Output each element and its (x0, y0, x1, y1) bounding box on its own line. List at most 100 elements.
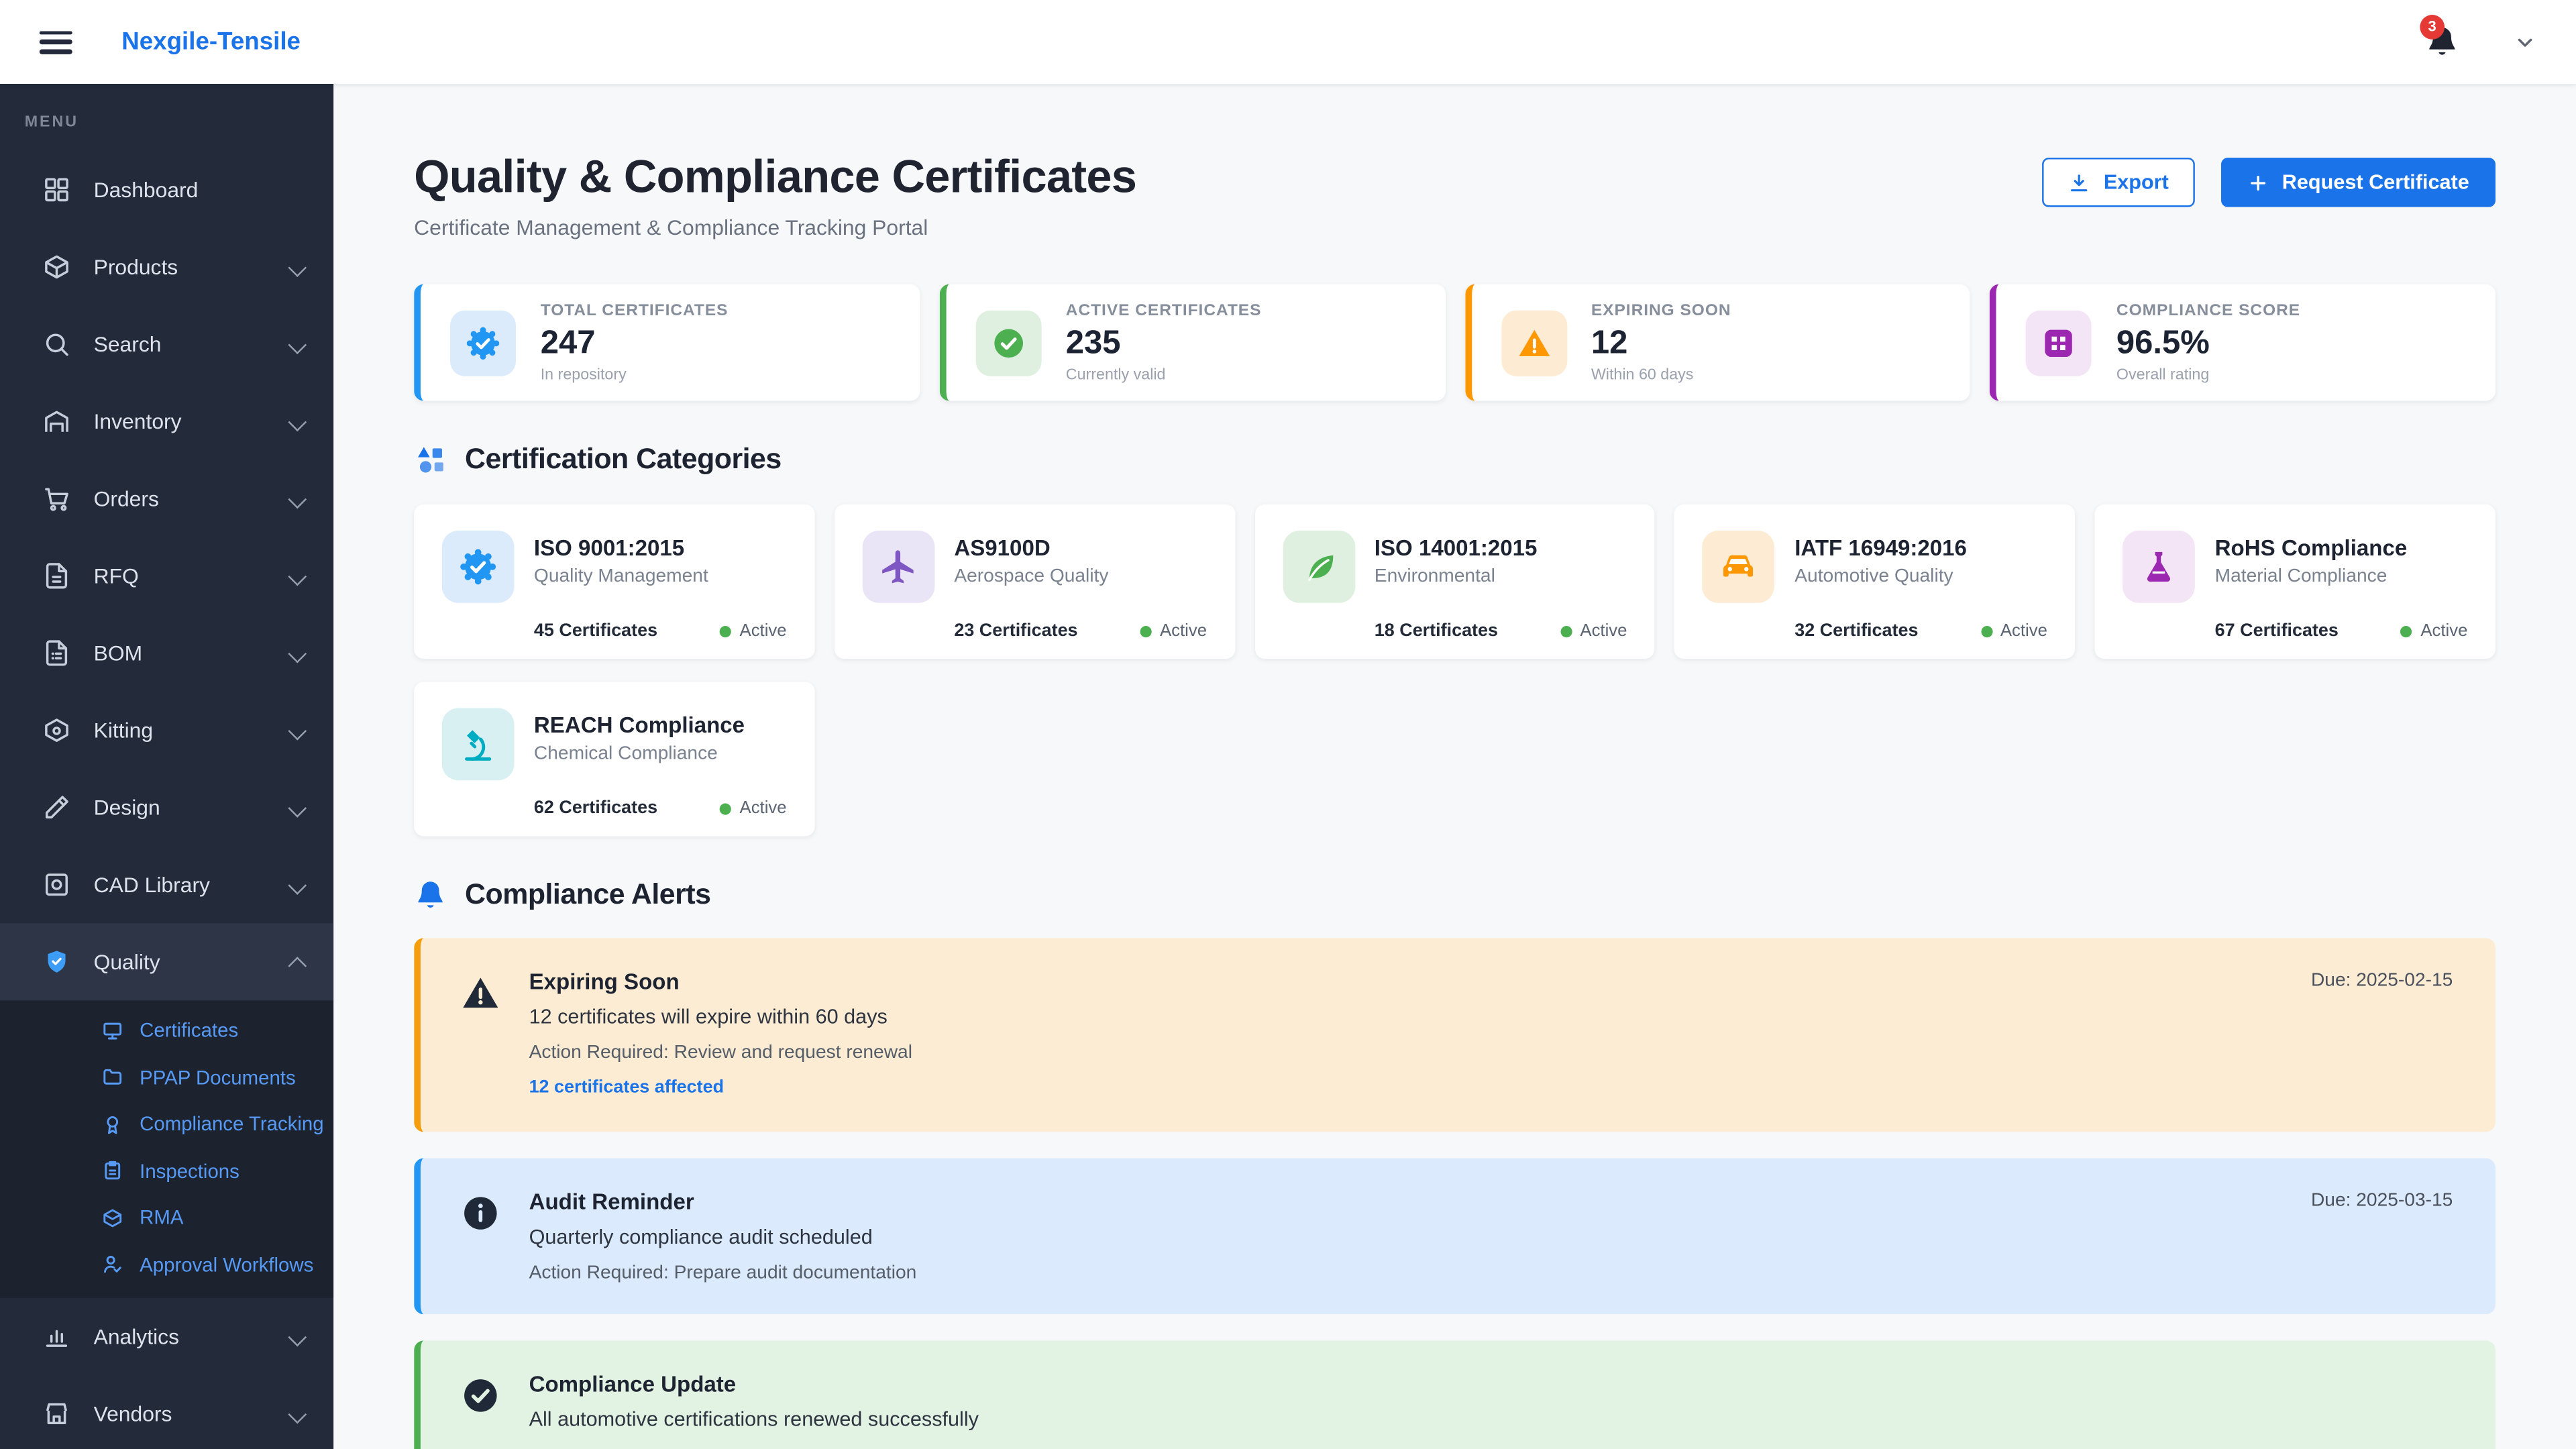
score-grid-icon (2026, 309, 2092, 376)
page-title: Quality & Compliance Certificates (414, 151, 1137, 203)
alert-title: Compliance Update (529, 1371, 737, 1397)
subitem-label: PPAP Documents (140, 1065, 296, 1089)
export-button[interactable]: Export (2043, 158, 2195, 207)
status-dot (1560, 625, 1572, 637)
stats-row: TOTAL CERTIFICATES 247 In repository ACT… (414, 284, 2496, 401)
cart-icon (43, 484, 71, 513)
status-label: Active (1580, 621, 1627, 641)
bell-icon (414, 878, 447, 911)
status-dot (720, 802, 732, 814)
sidebar-item-dashboard[interactable]: Dashboard (0, 151, 333, 228)
sidebar-item-design[interactable]: Design (0, 769, 333, 846)
category-type: Aerospace Quality (954, 566, 1109, 587)
subitem-label: Inspections (140, 1159, 239, 1183)
return-box-icon (102, 1207, 123, 1228)
sidebar-item-inventory[interactable]: Inventory (0, 383, 333, 460)
category-grid: ISO 9001:2015 Quality Management 45 Cert… (414, 504, 2496, 837)
download-icon (2069, 172, 2090, 193)
sidebar-item-products[interactable]: Products (0, 228, 333, 305)
request-certificate-button[interactable]: Request Certificate (2221, 158, 2496, 207)
category-count: 45 Certificates (533, 621, 658, 641)
alert-affected-link[interactable]: 12 certificates affected (529, 1078, 724, 1097)
box-icon (43, 253, 71, 281)
category-count: 62 Certificates (533, 798, 658, 818)
sidebar-subitem-rma[interactable]: RMA (0, 1194, 333, 1241)
chevron-down-icon (288, 720, 307, 740)
sidebar-item-label: BOM (93, 641, 143, 665)
monitor-icon (102, 1020, 123, 1041)
stat-card-total-certificates: TOTAL CERTIFICATES 247 In repository (414, 284, 920, 401)
sidebar-subitem-approval-workflows[interactable]: Approval Workflows (0, 1241, 333, 1288)
sidebar-item-label: Inventory (93, 409, 182, 434)
main-content: Quality & Compliance Certificates Certif… (333, 84, 2576, 1449)
alert-title: Audit Reminder (529, 1189, 694, 1214)
status-label: Active (2420, 621, 2468, 641)
request-certificate-label: Request Certificate (2282, 170, 2469, 194)
subitem-label: RMA (140, 1206, 184, 1230)
category-name: ISO 9001:2015 (533, 535, 685, 561)
sidebar-item-bom[interactable]: BOM (0, 614, 333, 692)
alerts-list: Expiring Soon 12 certificates will expir… (414, 938, 2496, 1449)
page-subtitle: Certificate Management & Compliance Trac… (414, 215, 928, 240)
category-type: Quality Management (533, 566, 708, 587)
sidebar-subitem-inspections[interactable]: Inspections (0, 1148, 333, 1195)
category-card-as9100d[interactable]: AS9100D Aerospace Quality 23 Certificate… (834, 504, 1235, 659)
brand-logo[interactable]: Nexgile-Tensile (121, 28, 301, 56)
app-window: Nexgile-Tensile 3 MENU Dashboard Product… (0, 0, 2576, 1449)
category-card-reach[interactable]: REACH Compliance Chemical Compliance 62 … (414, 682, 815, 837)
chevron-up-icon (288, 955, 307, 975)
category-name: ISO 14001:2015 (1374, 535, 1538, 561)
chevron-down-icon (288, 643, 307, 663)
alert-due-date: Due: 2025-02-15 (2310, 971, 2453, 991)
category-card-iso-14001[interactable]: ISO 14001:2015 Environmental 18 Certific… (1254, 504, 1656, 659)
sidebar-item-label: RFQ (93, 564, 139, 588)
stat-sublabel: Within 60 days (1591, 365, 1694, 384)
sidebar-subitem-certificates[interactable]: Certificates (0, 1007, 333, 1054)
sidebar-item-label: Products (93, 254, 178, 280)
alert-compliance-update: Compliance Update All automotive certifi… (414, 1340, 2496, 1449)
alert-message: Quarterly compliance audit scheduled (529, 1225, 873, 1249)
hamburger-menu-button[interactable] (39, 30, 72, 54)
alert-message: 12 certificates will expire within 60 da… (529, 1005, 888, 1029)
category-count: 32 Certificates (1794, 621, 1919, 641)
sidebar-item-cad-library[interactable]: CAD Library (0, 846, 333, 923)
categories-section-header: Certification Categories (414, 442, 2496, 476)
sidebar-item-kitting[interactable]: Kitting (0, 692, 333, 769)
alert-message: All automotive certifications renewed su… (529, 1407, 979, 1432)
folder-icon (102, 1067, 123, 1088)
sidebar-item-quality[interactable]: Quality (0, 923, 334, 1001)
account-menu-button[interactable] (2514, 30, 2536, 53)
status-dot (1980, 625, 1992, 637)
stat-sublabel: In repository (540, 365, 627, 384)
sidebar-item-search[interactable]: Search (0, 306, 333, 383)
sidebar-subitem-compliance-tracking[interactable]: Compliance Tracking (0, 1101, 333, 1148)
menu-section-label: MENU (24, 113, 79, 131)
sidebar-item-label: Dashboard (93, 177, 199, 203)
stat-value: 12 (1591, 324, 1628, 361)
box-gear-icon (43, 716, 71, 745)
sidebar-subitem-ppap-documents[interactable]: PPAP Documents (0, 1054, 333, 1101)
category-card-iso-9001[interactable]: ISO 9001:2015 Quality Management 45 Cert… (414, 504, 815, 659)
category-card-rohs[interactable]: RoHS Compliance Material Compliance 67 C… (2094, 504, 2496, 659)
sidebar-item-rfq[interactable]: RFQ (0, 537, 333, 614)
storefront-icon (43, 1400, 71, 1428)
categories-section-title: Certification Categories (465, 441, 782, 475)
stat-value: 235 (1065, 324, 1121, 361)
status-dot (720, 625, 732, 637)
airplane-icon (862, 531, 934, 603)
category-card-iatf-16949[interactable]: IATF 16949:2016 Automotive Quality 32 Ce… (1674, 504, 2076, 659)
stat-sublabel: Currently valid (1065, 365, 1166, 384)
status-dot (1140, 625, 1152, 637)
quality-submenu: Certificates PPAP Documents Compliance T… (0, 1000, 334, 1298)
notifications-button[interactable]: 3 (2420, 13, 2461, 60)
category-name: RoHS Compliance (2214, 535, 2408, 561)
chevron-down-icon (288, 1327, 307, 1346)
category-type: Automotive Quality (1794, 566, 1953, 587)
warning-triangle-icon (1501, 309, 1567, 376)
clipboard-icon (102, 1161, 123, 1182)
sidebar-item-analytics[interactable]: Analytics (0, 1298, 333, 1375)
pencil-icon (43, 794, 71, 822)
sidebar-item-vendors[interactable]: Vendors (0, 1375, 333, 1449)
sidebar-item-orders[interactable]: Orders (0, 460, 333, 537)
category-count: 18 Certificates (1374, 621, 1499, 641)
